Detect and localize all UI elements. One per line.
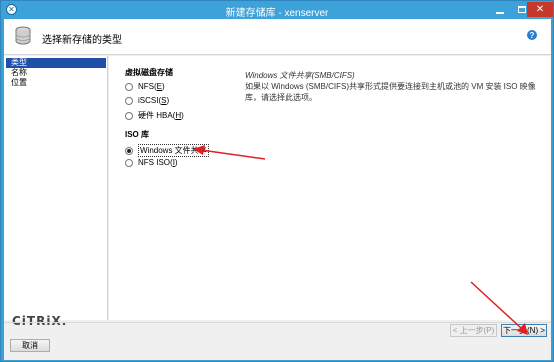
radio-hba-circle[interactable] [125, 111, 133, 120]
wizard-content: 虚拟磁盘存储 NFS(E) iSCSI(S) 硬件 HBA(H) ISO 库 W… [109, 56, 551, 320]
radio-nfs-iso-accel: I [172, 158, 175, 167]
description-body: 如果以 Windows (SMB/CIFS)共享形式提供要连接到主机或池的 VM… [245, 82, 536, 102]
radio-nfs-label: NFS [138, 82, 154, 91]
close-icon: ✕ [535, 4, 545, 15]
help-icon[interactable]: ? [527, 30, 537, 40]
radio-hba[interactable]: 硬件 HBA(H) [125, 110, 184, 121]
dialog-window: ✕ 新建存储库 - xenserver ✕ 选择新存储的类型 ? 类型 名称 位… [0, 0, 554, 362]
minimize-button[interactable] [489, 2, 511, 17]
radio-nfs-circle[interactable] [125, 82, 133, 91]
sidebar-item-type[interactable]: 类型 [6, 58, 106, 68]
wizard-header: 选择新存储的类型 ? [4, 19, 551, 55]
cancel-button[interactable]: 取消 [10, 339, 50, 352]
footer-divider [4, 322, 551, 323]
radio-windows-share[interactable]: Windows 文件共享 [125, 144, 209, 157]
radio-nfs-iso-label: NFS ISO [138, 158, 171, 167]
radio-windows-share-label: Windows 文件共享 [138, 144, 209, 157]
radio-windows-share-circle[interactable] [125, 146, 133, 155]
title-bar[interactable]: ✕ 新建存储库 - xenserver ✕ [1, 1, 553, 19]
citrix-logo: CiTRiX. [12, 314, 68, 328]
radio-nfs-accel: E [156, 82, 163, 91]
radio-hba-accel: H [175, 111, 182, 120]
iso-library-heading: ISO 库 [125, 130, 150, 139]
close-button[interactable]: ✕ [527, 2, 553, 17]
previous-button[interactable]: < 上一步(P) [450, 324, 497, 337]
virtual-disk-heading: 虚拟磁盘存储 [125, 68, 173, 77]
maximize-icon [518, 6, 526, 13]
minimize-icon [496, 11, 504, 14]
radio-iscsi[interactable]: iSCSI(S) [125, 96, 169, 105]
radio-nfs[interactable]: NFS(E) [125, 82, 165, 91]
radio-nfs-iso[interactable]: NFS ISO(I) [125, 158, 178, 167]
window-title: 新建存储库 - xenserver [225, 8, 329, 19]
radio-nfs-iso-circle[interactable] [125, 158, 133, 167]
storage-database-icon [15, 26, 31, 45]
sidebar-item-name[interactable]: 名称 [6, 68, 106, 78]
dialog-client-area: 选择新存储的类型 ? 类型 名称 位置 CiTRiX. 虚拟磁盘存储 NFS(E… [4, 19, 551, 360]
sidebar-item-location[interactable]: 位置 [6, 78, 106, 88]
radio-hba-label: 硬件 HBA [138, 111, 173, 120]
radio-iscsi-label: iSCSI [138, 96, 159, 105]
radio-iscsi-circle[interactable] [125, 96, 133, 105]
wizard-steps-sidebar: 类型 名称 位置 CiTRiX. [4, 56, 108, 328]
page-title: 选择新存储的类型 [42, 35, 122, 46]
description-title: Windows 文件共享(SMB/CIFS) [245, 71, 355, 80]
next-button[interactable]: 下一步(N) > [501, 324, 547, 337]
radio-iscsi-accel: S [161, 96, 167, 105]
